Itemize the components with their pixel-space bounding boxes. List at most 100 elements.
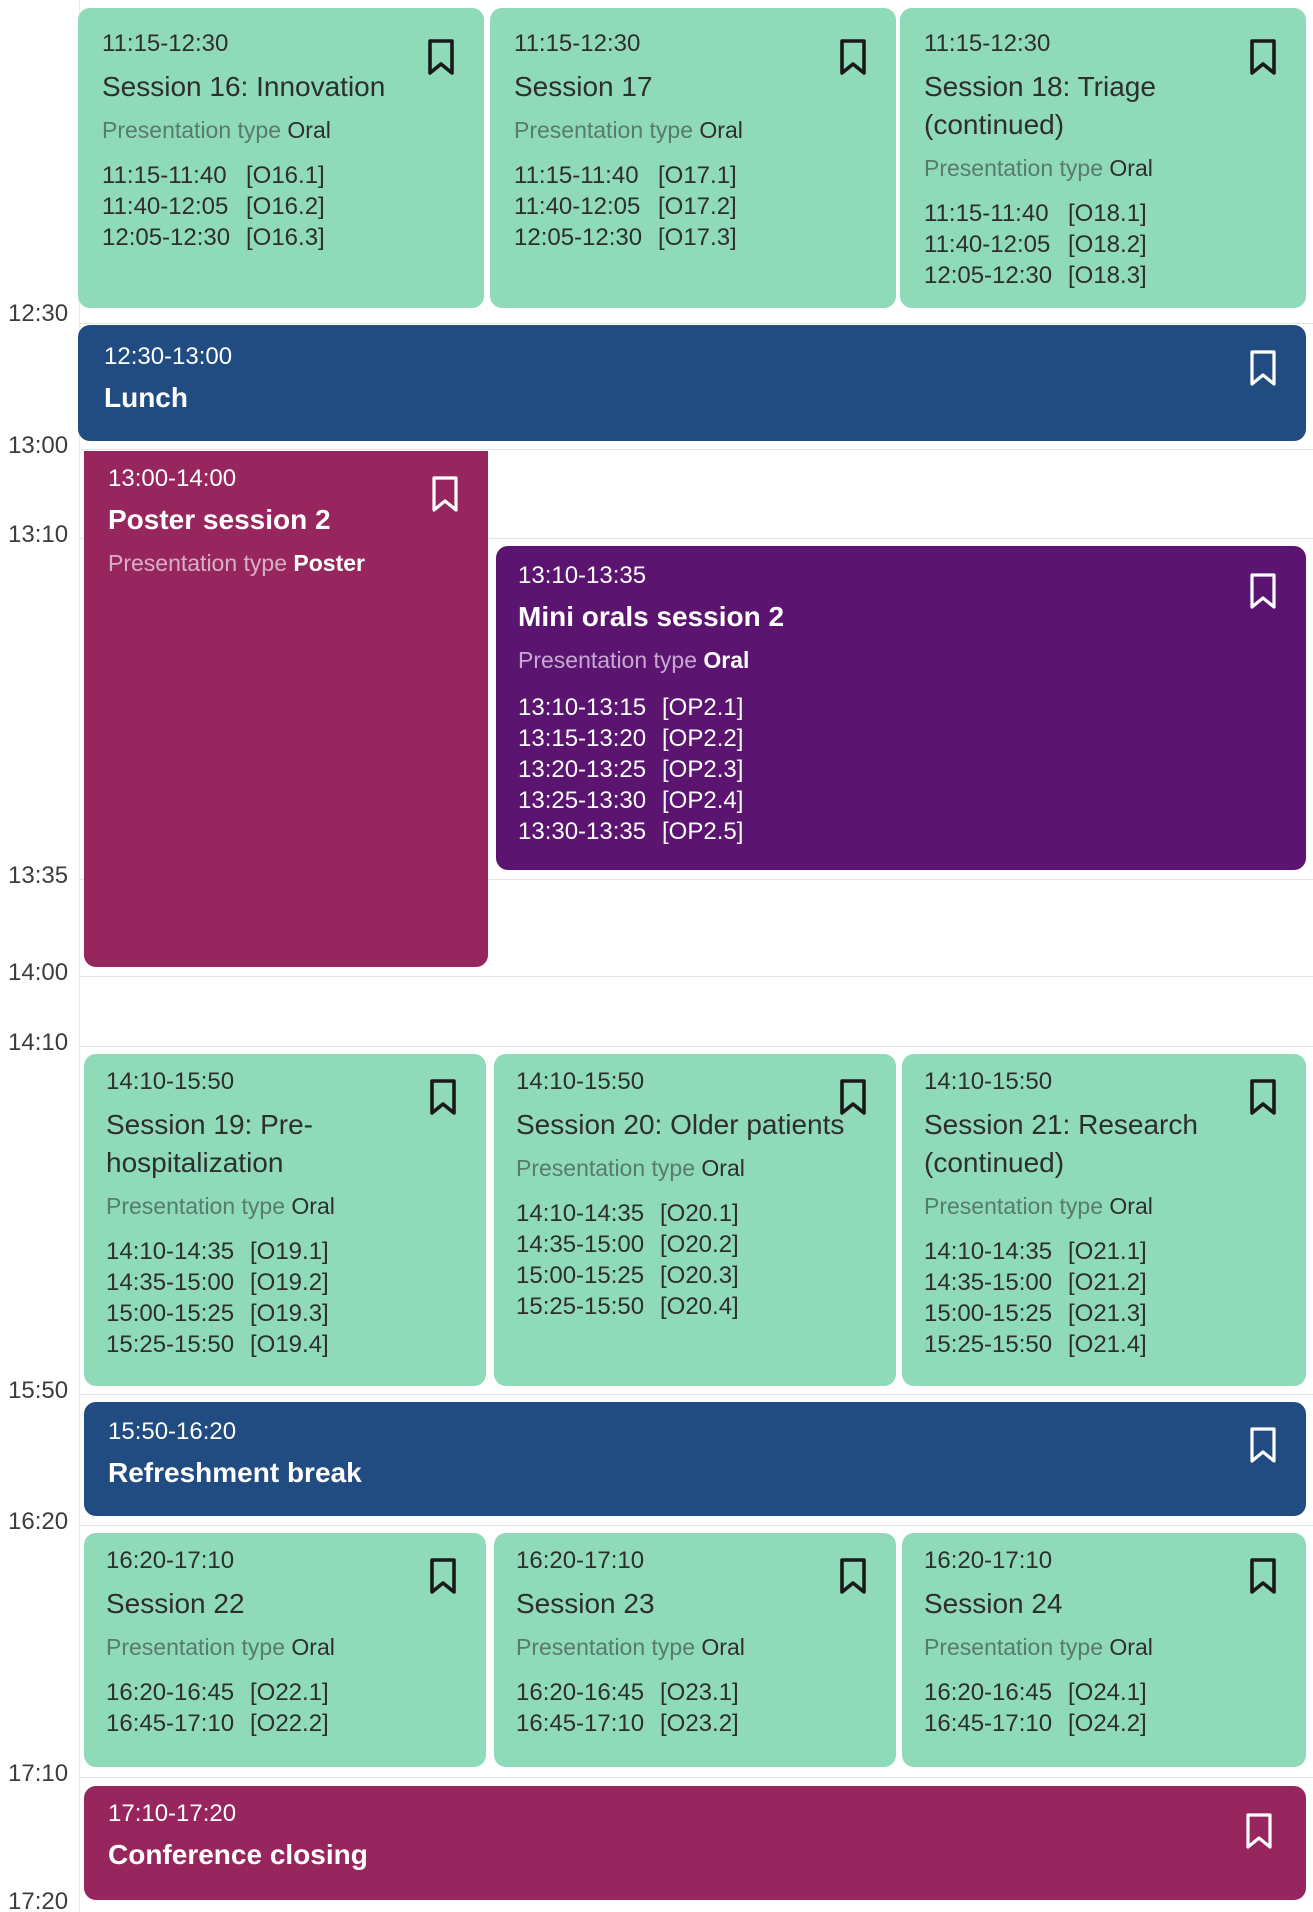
talk-row[interactable]: 13:10-13:15 [OP2.1] [518,692,743,723]
bookmark-icon[interactable] [836,38,870,76]
slot-line [79,449,1313,450]
session-card-16[interactable]: 11:15-12:30 Session 16: Innovation Prese… [78,8,484,308]
presentation-type: Presentation type Oral [514,116,743,144]
talk-row[interactable]: 13:20-13:25 [OP2.3] [518,754,743,785]
bookmark-icon[interactable] [836,1557,870,1595]
talk-code: [O24.2] [1068,1710,1147,1737]
bookmark-icon[interactable] [1246,38,1280,76]
presentation-type: Presentation type Oral [518,646,749,674]
talk-row[interactable]: 11:15-11:40 [O16.1] [102,160,325,191]
talk-time: 12:05-12:30 [514,224,643,251]
talk-row[interactable]: 14:10-14:35 [O19.1] [106,1236,329,1267]
talk-list: 16:20-16:45 [O24.1] 16:45-17:10 [O24.2] [924,1677,1147,1739]
presentation-type-label: Presentation type [106,1634,286,1660]
talk-row[interactable]: 16:20-16:45 [O22.1] [106,1677,329,1708]
bookmark-icon[interactable] [1246,1426,1280,1464]
talk-row[interactable]: 12:05-12:30 [O17.3] [514,222,737,253]
lunch-card[interactable]: 12:30-13:00 Lunch [78,325,1306,441]
talk-row[interactable]: 13:30-13:35 [OP2.5] [518,816,743,847]
talk-time: 14:10-14:35 [516,1200,645,1227]
talk-row[interactable]: 13:25-13:30 [OP2.4] [518,785,743,816]
talk-row[interactable]: 14:35-15:00 [O21.2] [924,1267,1147,1298]
talk-row[interactable]: 16:20-16:45 [O24.1] [924,1677,1147,1708]
session-time: 11:15-12:30 [924,30,1051,57]
talk-row[interactable]: 11:40-12:05 [O17.2] [514,191,737,222]
refreshment-break-card[interactable]: 15:50-16:20 Refreshment break [84,1402,1306,1516]
talk-row[interactable]: 14:35-15:00 [O20.2] [516,1229,739,1260]
session-card-24[interactable]: 16:20-17:10 Session 24 Presentation type… [902,1533,1306,1767]
talk-code: [O22.1] [250,1679,329,1706]
talk-time: 11:15-11:40 [514,162,639,189]
presentation-type-value: Oral [291,1634,335,1660]
session-card-19[interactable]: 14:10-15:50 Session 19: Pre-hospitalizat… [84,1054,486,1386]
talk-time: 16:45-17:10 [924,1710,1053,1737]
talk-code: [O24.1] [1068,1679,1147,1706]
talk-code: [O16.2] [246,193,325,220]
talk-time: 11:40-12:05 [102,193,229,220]
presentation-type: Presentation type Oral [516,1154,745,1182]
talk-row[interactable]: 14:10-14:35 [O21.1] [924,1236,1147,1267]
bookmark-icon[interactable] [424,38,458,76]
talk-row[interactable]: 12:05-12:30 [O18.3] [924,260,1147,291]
talk-list: 14:10-14:35 [O20.1] 14:35-15:00 [O20.2] 15… [516,1198,739,1322]
talk-row[interactable]: 16:45-17:10 [O22.2] [106,1708,329,1739]
talk-row[interactable]: 16:20-16:45 [O23.1] [516,1677,739,1708]
talk-row[interactable]: 15:25-15:50 [O21.4] [924,1329,1147,1360]
talk-row[interactable]: 15:00-15:25 [O20.3] [516,1260,739,1291]
talk-time: 15:25-15:50 [924,1331,1053,1358]
talk-time: 15:00-15:25 [924,1300,1053,1327]
talk-row[interactable]: 12:05-12:30 [O16.3] [102,222,325,253]
talk-row[interactable]: 16:45-17:10 [O23.2] [516,1708,739,1739]
session-card-18[interactable]: 11:15-12:30 Session 18: Triage (continue… [900,8,1306,308]
bookmark-icon[interactable] [1246,1557,1280,1595]
talk-time: 15:00-15:25 [516,1262,645,1289]
talk-row[interactable]: 16:45-17:10 [O24.2] [924,1708,1147,1739]
talk-time: 13:30-13:35 [518,818,647,845]
talk-row[interactable]: 13:15-13:20 [OP2.2] [518,723,743,754]
talk-row[interactable]: 15:25-15:50 [O20.4] [516,1291,739,1322]
presentation-type-label: Presentation type [108,550,288,576]
talk-row[interactable]: 11:40-12:05 [O16.2] [102,191,325,222]
talk-code: [OP2.3] [662,756,744,783]
talk-row[interactable]: 15:00-15:25 [O21.3] [924,1298,1147,1329]
bookmark-icon[interactable] [1246,349,1280,387]
session-title: Session 23 [516,1588,655,1619]
slot-line [79,1046,1313,1047]
mini-orals-card[interactable]: 13:10-13:35 Mini orals session 2 Present… [496,546,1306,870]
time-label: 17:10 [8,1760,69,1787]
bookmark-icon[interactable] [426,1557,460,1595]
session-title: Session 17 [514,71,653,102]
talk-code: [OP2.4] [662,787,744,814]
presentation-type-value: Oral [1109,155,1153,181]
session-card-22[interactable]: 16:20-17:10 Session 22 Presentation type… [84,1533,486,1767]
session-time: 16:20-17:10 [106,1547,235,1574]
session-card-20[interactable]: 14:10-15:50 Session 20: Older patients P… [494,1054,896,1386]
session-card-17[interactable]: 11:15-12:30 Session 17 Presentation type… [490,8,896,308]
presentation-type-label: Presentation type [106,1193,286,1219]
session-card-21[interactable]: 14:10-15:50 Session 21: Research (contin… [902,1054,1306,1386]
talk-row[interactable]: 14:35-15:00 [O19.2] [106,1267,329,1298]
talk-row[interactable]: 15:25-15:50 [O19.4] [106,1329,329,1360]
bookmark-icon[interactable] [1242,1812,1276,1850]
talk-code: [O17.2] [658,193,737,220]
session-card-23[interactable]: 16:20-17:10 Session 23 Presentation type… [494,1533,896,1767]
slot-line [79,976,1313,977]
talk-row[interactable]: 11:40-12:05 [O18.2] [924,229,1147,260]
bookmark-icon[interactable] [426,1078,460,1116]
talk-row[interactable]: 11:15-11:40 [O18.1] [924,198,1147,229]
talk-row[interactable]: 14:10-14:35 [O20.1] [516,1198,739,1229]
session-title: Session 19: Pre-hospitalization [106,1109,313,1178]
presentation-type: Presentation type Oral [102,116,331,144]
talk-code: [O17.3] [658,224,737,251]
talk-code: [O18.1] [1068,200,1147,227]
talk-row[interactable]: 11:15-11:40 [O17.1] [514,160,737,191]
poster-session-card[interactable]: 13:00-14:00 Poster session 2 Presentatio… [84,451,488,967]
bookmark-icon[interactable] [836,1078,870,1116]
presentation-type-label: Presentation type [516,1155,696,1181]
conference-closing-card[interactable]: 17:10-17:20 Conference closing [84,1786,1306,1900]
bookmark-icon[interactable] [1246,1078,1280,1116]
bookmark-icon[interactable] [428,475,462,513]
talk-row[interactable]: 15:00-15:25 [O19.3] [106,1298,329,1329]
bookmark-icon[interactable] [1246,572,1280,610]
talk-list: 14:10-14:35 [O21.1] 14:35-15:00 [O21.2] 15… [924,1236,1147,1360]
